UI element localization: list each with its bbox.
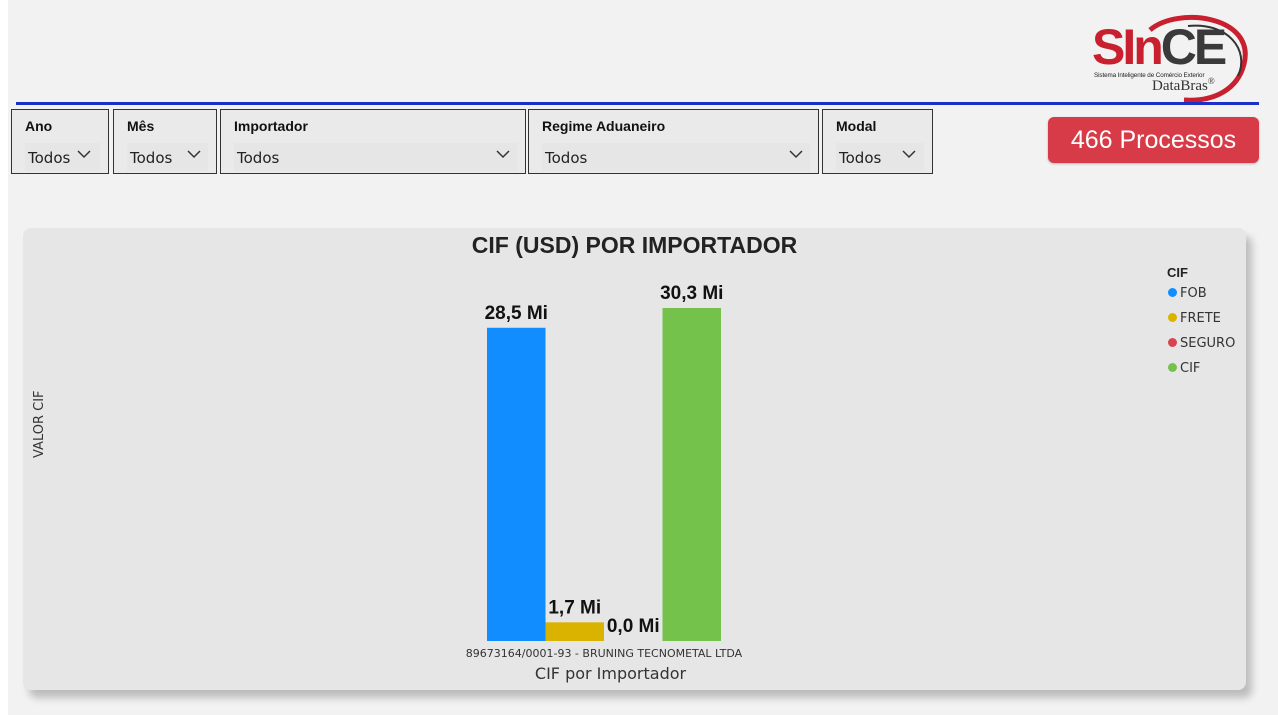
chart-card: CIF (USD) POR IMPORTADOR VALOR CIF CIF F… bbox=[23, 228, 1246, 690]
chevron-down-icon bbox=[902, 150, 916, 159]
slicer-modal-dropdown[interactable]: Todos bbox=[836, 143, 924, 171]
bar-frete[interactable] bbox=[545, 622, 605, 641]
logo-brand-dark: CE bbox=[1160, 19, 1227, 75]
slicer-regime-aduaneiro: Regime Aduaneiro Todos bbox=[528, 109, 819, 174]
since-logo: SInCE Sistema Inteligente de Comércio Ex… bbox=[1088, 12, 1250, 102]
chevron-down-icon bbox=[496, 150, 510, 159]
logo-reg-mark: ® bbox=[1207, 76, 1215, 86]
slicer-modal-value: Todos bbox=[839, 149, 882, 167]
logo-brand-red: SIn bbox=[1092, 19, 1164, 75]
bar-cif[interactable] bbox=[662, 308, 722, 641]
slicer-importador: Importador Todos bbox=[220, 109, 526, 174]
slicer-importador-value: Todos bbox=[237, 149, 280, 167]
slicer-ano: Ano Todos bbox=[11, 109, 109, 174]
slicer-regime-value: Todos bbox=[545, 149, 588, 167]
data-label-cif: 30,3 Mi bbox=[660, 283, 723, 304]
data-label-frete: 1,7 Mi bbox=[548, 597, 601, 618]
slicer-mes-dropdown[interactable]: Todos bbox=[127, 143, 208, 171]
slicer-ano-dropdown[interactable]: Todos bbox=[25, 143, 100, 171]
x-axis-label: CIF por Importador bbox=[534, 664, 687, 683]
slicer-modal-label: Modal bbox=[836, 118, 877, 134]
chart-plot-area: 28,5 Mi 1,7 Mi 0,0 Mi 30,3 Mi 89673164/0001-… bbox=[466, 283, 743, 660]
logo-sub-text: DataBras bbox=[1152, 78, 1208, 94]
slicer-mes-value: Todos bbox=[130, 149, 173, 167]
slicer-importador-dropdown[interactable]: Todos bbox=[234, 143, 517, 171]
logo-subtitle: DataBras® bbox=[1152, 76, 1215, 95]
slicer-ano-label: Ano bbox=[25, 118, 53, 134]
chevron-down-icon bbox=[77, 150, 91, 159]
x-tick-label: 89673164/0001-93 - BRUNING TECNOMETAL LT… bbox=[466, 647, 743, 660]
chevron-down-icon bbox=[187, 150, 201, 159]
process-count-button[interactable]: 466 Processos bbox=[1048, 117, 1259, 163]
slicer-mes: Mês Todos bbox=[113, 109, 217, 174]
header-divider bbox=[16, 102, 1259, 105]
data-label-seguro: 0,0 Mi bbox=[607, 616, 660, 637]
slicer-mes-label: Mês bbox=[127, 118, 155, 134]
slicer-modal: Modal Todos bbox=[822, 109, 933, 174]
slicer-importador-label: Importador bbox=[234, 118, 308, 134]
logo-wordmark: SInCE bbox=[1092, 19, 1227, 75]
chevron-down-icon bbox=[789, 150, 803, 159]
left-strip bbox=[0, 0, 8, 715]
slicer-regime-dropdown[interactable]: Todos bbox=[542, 143, 810, 171]
slicer-ano-value: Todos bbox=[28, 149, 71, 167]
bar-fob[interactable] bbox=[487, 327, 546, 641]
data-label-fob: 28,5 Mi bbox=[485, 303, 548, 324]
slicer-regime-label: Regime Aduaneiro bbox=[542, 118, 666, 134]
